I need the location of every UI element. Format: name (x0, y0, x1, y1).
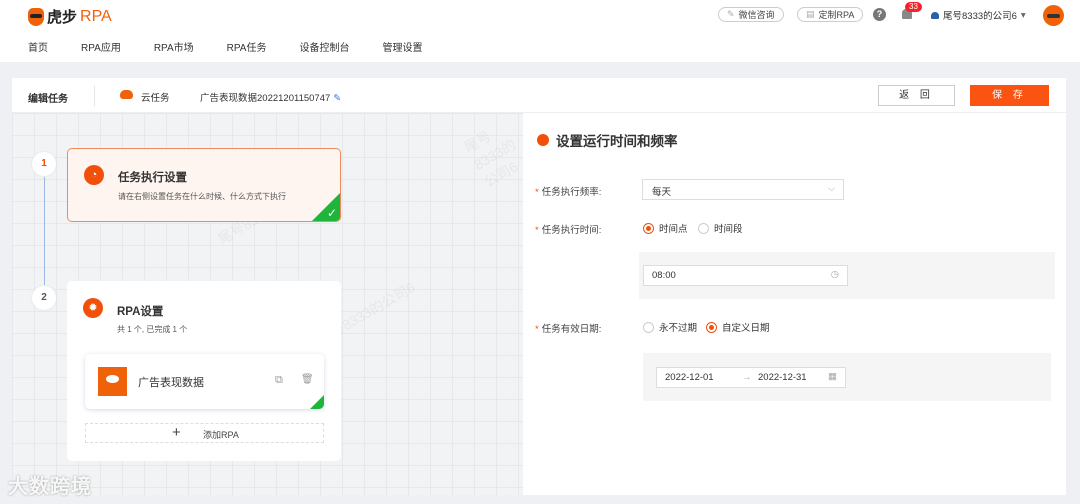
time-value: 08:00 (652, 270, 676, 281)
task-type: 云任务 (141, 93, 170, 104)
radio-unchecked (698, 222, 709, 234)
step-number-1: 1 (32, 152, 56, 176)
add-rpa-button[interactable]: + 添加RPA (85, 423, 324, 443)
custom-rpa-button[interactable]: ▤ 定制RPA (797, 7, 864, 22)
edit-icon: ▤ (806, 9, 815, 19)
radio-custom-date[interactable]: 自定义日期 (706, 320, 770, 334)
tiger-logo-icon (28, 7, 44, 26)
gear-icon: ✹ (83, 298, 103, 318)
radio-label: 自定义日期 (722, 323, 770, 334)
rpa-thumbnail (98, 367, 127, 396)
add-rpa-label: 添加RPA (203, 430, 239, 440)
help-icon[interactable]: ? (873, 8, 886, 21)
date-range-input[interactable]: 2022-12-01 → 2022-12-31 ▦ (656, 367, 846, 388)
caret-down-icon: ▾ (1020, 9, 1026, 21)
avatar[interactable] (1043, 5, 1064, 26)
step-title: RPA设置 (117, 306, 164, 318)
calendar-icon: ▦ (828, 371, 837, 382)
radio-time-range[interactable]: 时间段 (698, 221, 743, 235)
step-card-rpa-settings[interactable]: ✹ RPA设置 共 1 个, 已完成 1 个 广告表现数据 ⧉ 🗑 + 添加RPA (67, 281, 341, 461)
cloud-icon (120, 90, 133, 99)
chevron-down-icon: ⌵ (828, 183, 835, 193)
time-input[interactable]: 08:00 ◷ (643, 265, 848, 286)
frequency-select[interactable]: 每天 ⌵ (642, 179, 844, 200)
radio-label: 时间段 (714, 224, 743, 235)
top-header: 虎步 RPA 首页 RPA应用 RPA市场 RPA任务 设备控制台 管理设置 ✎ 微… (0, 0, 1080, 62)
logo-text-rpa: RPA (80, 7, 112, 25)
nav-device-console[interactable]: 设备控制台 (299, 39, 349, 54)
brand-watermark: 大数跨境 (8, 476, 92, 498)
radio-time-point[interactable]: 时间点 (643, 221, 688, 235)
time-label-text: 任务执行时间: (541, 225, 602, 236)
logo-text: 虎步 (47, 9, 78, 26)
date-end: 2022-12-31 (758, 372, 807, 383)
notification-badge: 33 (905, 2, 922, 12)
clock-icon: ◔ (84, 165, 104, 185)
frequency-value: 每天 (652, 187, 672, 198)
divider (94, 86, 95, 106)
main-nav: 首页 RPA应用 RPA市场 RPA任务 设备控制台 管理设置 (28, 39, 455, 54)
task-name-text: 广告表现数据20221201150747 (200, 93, 331, 104)
nav-rpa-apps[interactable]: RPA应用 (81, 39, 121, 54)
page-title: 编辑任务 (28, 94, 68, 105)
edit-task-bar: 编辑任务 云任务 广告表现数据20221201150747 ✎ 返 回 保 存 (12, 78, 1066, 113)
wechat-label: 微信咨询 (738, 10, 775, 20)
custom-label: 定制RPA (818, 10, 855, 20)
freq-label: * 任务执行频率: (535, 187, 602, 198)
radio-unchecked (643, 321, 654, 333)
valid-label: * 任务有效日期: (535, 324, 602, 335)
arrow-right-icon: → (742, 372, 752, 383)
date-start: 2022-12-01 (665, 372, 714, 383)
nav-admin-settings[interactable]: 管理设置 (382, 39, 422, 54)
radio-checked (706, 321, 717, 333)
plus-icon: + (172, 424, 181, 441)
rpa-name: 广告表现数据 (138, 377, 204, 389)
pencil-icon[interactable]: ✎ (333, 93, 341, 104)
step-desc: 请在右侧设置任务在什么时候、什么方式下执行 (118, 192, 286, 201)
complete-corner (310, 395, 324, 409)
panel-title-text: 设置运行时间和频率 (556, 134, 678, 149)
wechat-consult-button[interactable]: ✎ 微信咨询 (718, 7, 784, 22)
company-switcher[interactable]: 尾号8333的公司6 ▾ (931, 8, 1026, 22)
nav-rpa-tasks[interactable]: RPA任务 (227, 39, 267, 54)
clock-icon: ◷ (830, 269, 839, 280)
rpa-item[interactable]: 广告表现数据 ⧉ 🗑 (85, 354, 324, 409)
chat-icon: ✎ (727, 9, 735, 19)
step-number-2: 2 (32, 286, 56, 310)
save-button[interactable]: 保 存 (970, 85, 1049, 106)
step-desc: 共 1 个, 已完成 1 个 (117, 325, 188, 334)
schedule-panel: 设置运行时间和频率 * 任务执行频率: 每天 ⌵ * 任务执行时间: 时间点 时间段 … (523, 113, 1066, 495)
nav-rpa-market[interactable]: RPA市场 (154, 39, 194, 54)
radio-label: 永不过期 (659, 323, 698, 334)
step-title: 任务执行设置 (118, 172, 187, 184)
trash-icon[interactable]: 🗑 (301, 374, 314, 385)
time-label: * 任务执行时间: (535, 225, 602, 236)
freq-label-text: 任务执行频率: (541, 187, 602, 198)
check-icon: ✓ (326, 206, 337, 220)
valid-label-text: 任务有效日期: (541, 324, 602, 335)
clock-icon (537, 134, 549, 146)
panel-title: 设置运行时间和频率 (537, 130, 678, 150)
back-button[interactable]: 返 回 (878, 85, 955, 106)
task-name: 广告表现数据20221201150747 ✎ (200, 90, 341, 104)
radio-label: 时间点 (659, 224, 688, 235)
step-connector (44, 177, 45, 285)
company-icon (931, 11, 939, 19)
copy-icon[interactable]: ⧉ (275, 374, 283, 387)
radio-checked (643, 222, 654, 234)
company-name: 尾号8333的公司6 (943, 11, 1017, 22)
nav-home[interactable]: 首页 (28, 39, 48, 54)
step-card-task-settings[interactable]: ◔ 任务执行设置 请在右侧设置任务在什么时候、什么方式下执行 ✓ (67, 148, 341, 222)
logo[interactable]: 虎步 RPA (28, 6, 112, 27)
radio-never-expire[interactable]: 永不过期 (643, 320, 697, 334)
